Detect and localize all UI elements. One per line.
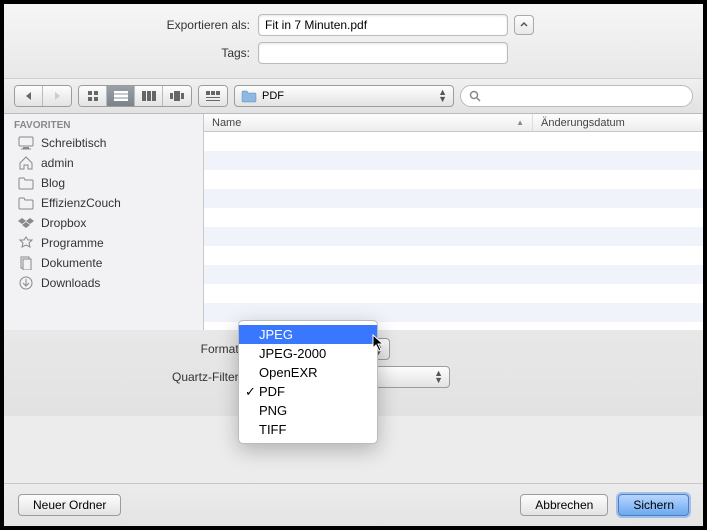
desktop-icon: [18, 136, 34, 150]
list-view-button[interactable]: [107, 86, 135, 106]
table-row: [204, 265, 703, 284]
format-label: Format:: [18, 342, 250, 356]
list-icon: [114, 91, 128, 101]
folder-icon: [241, 89, 257, 103]
table-row: [204, 132, 703, 151]
categories-icon: [206, 91, 220, 101]
menu-item-openexr[interactable]: OpenEXR: [239, 363, 377, 382]
sidebar: FAVORITEN Schreibtisch admin Blog Effizi…: [4, 114, 204, 330]
coverflow-icon: [170, 91, 184, 101]
sidebar-item-label: Dropbox: [41, 216, 86, 230]
home-icon: [18, 156, 34, 170]
sidebar-item-applications[interactable]: Programme: [4, 233, 203, 253]
sidebar-item-label: Programme: [41, 236, 104, 250]
menu-item-jpeg2000[interactable]: JPEG-2000: [239, 344, 377, 363]
search-input[interactable]: [486, 90, 684, 102]
history-toggle-button[interactable]: [514, 15, 534, 35]
table-row: [204, 170, 703, 189]
sidebar-item-documents[interactable]: Dokumente: [4, 253, 203, 273]
sidebar-item-label: EffizienzCouch: [41, 196, 121, 210]
quartz-filter-label: Quartz-Filter:: [18, 370, 250, 384]
filename-input[interactable]: [258, 14, 508, 36]
triangle-left-icon: [24, 91, 34, 101]
column-headers: Name ▲ Änderungsdatum: [204, 114, 703, 132]
sidebar-item-downloads[interactable]: Downloads: [4, 273, 203, 293]
applications-icon: [18, 236, 34, 250]
search-field[interactable]: [460, 85, 693, 107]
column-header-date[interactable]: Änderungsdatum: [533, 114, 703, 131]
table-row: [204, 246, 703, 265]
save-button[interactable]: Sichern: [618, 494, 689, 516]
chevron-up-icon: [520, 21, 528, 29]
export-header: Exportieren als: Tags:: [4, 4, 703, 78]
table-row: [204, 227, 703, 246]
tags-input[interactable]: [258, 42, 508, 64]
sidebar-item-label: Downloads: [41, 276, 100, 290]
table-row: [204, 284, 703, 303]
sidebar-item-dropbox[interactable]: Dropbox: [4, 213, 203, 233]
updown-arrows-icon: ▲▼: [434, 370, 443, 384]
sidebar-item-label: Schreibtisch: [41, 136, 106, 150]
new-folder-button[interactable]: Neuer Ordner: [18, 494, 121, 516]
dropbox-icon: [18, 216, 34, 230]
back-button[interactable]: [15, 86, 43, 106]
arrange-button[interactable]: [199, 86, 227, 106]
format-dropdown-menu: JPEG JPEG-2000 OpenEXR PDF PNG TIFF: [238, 320, 378, 444]
arrange-buttons: [198, 85, 228, 107]
table-row: [204, 151, 703, 170]
forward-button[interactable]: [43, 86, 71, 106]
menu-item-pdf[interactable]: PDF: [239, 382, 377, 401]
sidebar-item-effizienzcouch[interactable]: EffizienzCouch: [4, 193, 203, 213]
location-label: PDF: [262, 90, 284, 102]
sidebar-item-label: admin: [41, 156, 74, 170]
triangle-right-icon: [52, 91, 62, 101]
columns-icon: [142, 91, 156, 101]
icon-view-button[interactable]: [79, 86, 107, 106]
sort-ascending-icon: ▲: [516, 118, 524, 127]
updown-arrows-icon: ▲▼: [438, 89, 447, 103]
sidebar-header: FAVORITEN: [4, 116, 203, 133]
folder-icon: [18, 176, 34, 190]
column-header-name[interactable]: Name ▲: [204, 114, 533, 131]
toolbar: PDF ▲▼: [4, 78, 703, 114]
table-row: [204, 208, 703, 227]
documents-icon: [18, 256, 34, 270]
magnifier-icon: [469, 90, 481, 102]
downloads-icon: [18, 276, 34, 290]
folder-icon: [18, 196, 34, 210]
coverflow-view-button[interactable]: [163, 86, 191, 106]
file-list[interactable]: [204, 132, 703, 330]
nav-buttons: [14, 85, 72, 107]
tags-label: Tags:: [18, 46, 258, 60]
cancel-button[interactable]: Abbrechen: [520, 494, 608, 516]
view-buttons: [78, 85, 192, 107]
table-row: [204, 189, 703, 208]
sidebar-item-label: Blog: [41, 176, 65, 190]
dialog-footer: Neuer Ordner Abbrechen Sichern: [4, 483, 703, 526]
file-browser: Name ▲ Änderungsdatum: [204, 114, 703, 330]
sidebar-item-blog[interactable]: Blog: [4, 173, 203, 193]
menu-item-png[interactable]: PNG: [239, 401, 377, 420]
sidebar-item-desktop[interactable]: Schreibtisch: [4, 133, 203, 153]
grid-icon: [87, 90, 99, 102]
sidebar-item-label: Dokumente: [41, 256, 102, 270]
menu-item-jpeg[interactable]: JPEG: [239, 325, 377, 344]
column-view-button[interactable]: [135, 86, 163, 106]
menu-item-tiff[interactable]: TIFF: [239, 420, 377, 439]
location-popup[interactable]: PDF ▲▼: [234, 85, 454, 107]
export-as-label: Exportieren als:: [18, 18, 258, 32]
sidebar-item-home[interactable]: admin: [4, 153, 203, 173]
